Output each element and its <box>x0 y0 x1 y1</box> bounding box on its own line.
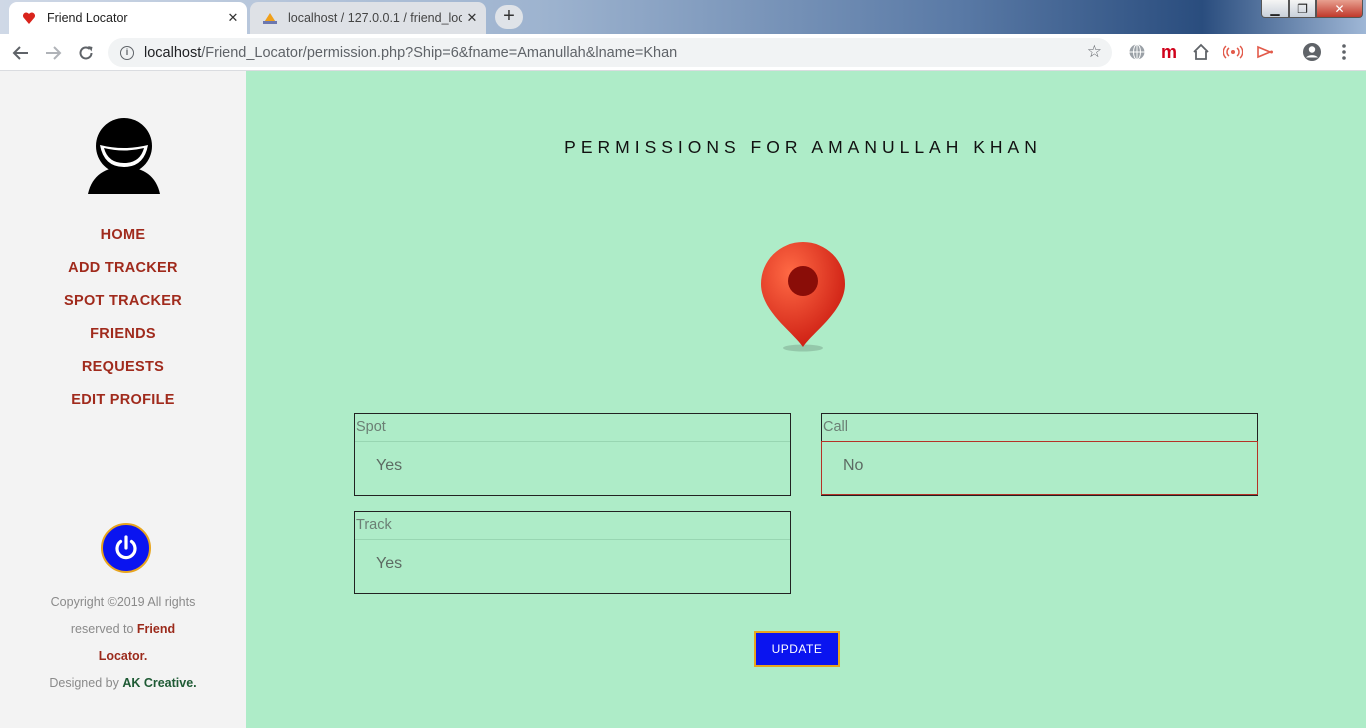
map-pin-icon <box>758 239 848 359</box>
tab-close-icon[interactable]: ✕ <box>462 10 482 26</box>
sidebar-footer: Copyright ©2019 All rights reserved to F… <box>0 589 246 697</box>
maximize-icon[interactable]: ❐ <box>1289 0 1316 18</box>
new-tab-button[interactable]: + <box>495 5 523 29</box>
site-info-icon[interactable]: i <box>120 45 134 60</box>
call-select[interactable]: No <box>821 441 1258 495</box>
sidebar: HOME ADD TRACKER SPOT TRACKER FRIENDS RE… <box>0 71 246 728</box>
phpmyadmin-favicon-icon <box>262 10 278 26</box>
browser-toolbar: i localhost/Friend_Locator/permission.ph… <box>0 34 1366 71</box>
url-host: localhost <box>144 44 202 61</box>
copyright-line-1: Copyright ©2019 All rights <box>50 595 196 609</box>
back-arrow-icon[interactable] <box>10 42 32 64</box>
heart-favicon-icon <box>21 10 37 26</box>
home-icon[interactable] <box>1191 42 1211 62</box>
reload-icon[interactable] <box>75 42 97 64</box>
menu-item-spot-tracker[interactable]: SPOT TRACKER <box>0 292 246 325</box>
cast-extension-icon[interactable] <box>1255 42 1275 62</box>
designed-prefix: Designed by <box>49 676 123 690</box>
bookmark-star-icon[interactable]: ☆ <box>1087 42 1102 62</box>
profile-icon[interactable] <box>1302 42 1322 62</box>
track-label: Track <box>355 512 790 540</box>
spot-label: Spot <box>355 414 790 442</box>
more-menu-icon[interactable] <box>1334 42 1354 62</box>
browser-tab-strip: Friend Locator ✕ localhost / 127.0.0.1 /… <box>0 0 1366 34</box>
broadcast-extension-icon[interactable] <box>1223 42 1243 62</box>
tab-title: localhost / 127.0.0.1 / friend_locat <box>288 11 462 25</box>
forward-arrow-icon[interactable] <box>42 42 64 64</box>
tab-phpmyadmin[interactable]: localhost / 127.0.0.1 / friend_locat ✕ <box>250 2 486 34</box>
tab-title: Friend Locator <box>47 11 128 25</box>
sidebar-menu: HOME ADD TRACKER SPOT TRACKER FRIENDS RE… <box>0 226 246 424</box>
main-content: PERMISSIONS FOR AMANULLAH KHAN Spot Yes … <box>246 71 1366 728</box>
designed-by-line: Designed by AK Creative. <box>0 670 246 697</box>
m-extension-icon[interactable]: m <box>1159 42 1179 62</box>
copyright-line-3: Locator. <box>0 643 246 670</box>
tab-close-icon[interactable]: ✕ <box>223 10 243 26</box>
brand-name-part1: Friend <box>136 622 176 636</box>
tab-friend-locator[interactable]: Friend Locator ✕ <box>9 2 247 34</box>
menu-item-friends[interactable]: FRIENDS <box>0 325 246 358</box>
brand-name-part2: Locator. <box>98 649 148 663</box>
menu-item-add-tracker[interactable]: ADD TRACKER <box>0 259 246 292</box>
track-select[interactable]: Yes <box>355 540 790 593</box>
spot-permission-field: Spot Yes <box>354 413 791 496</box>
globe-extension-icon[interactable] <box>1127 42 1147 62</box>
address-bar[interactable]: i localhost/Friend_Locator/permission.ph… <box>108 38 1112 67</box>
call-label: Call <box>822 414 1257 442</box>
window-controls: ▁ ❐ ✕ <box>1261 0 1363 18</box>
logout-power-button[interactable] <box>101 523 151 573</box>
user-avatar-icon <box>86 115 162 200</box>
call-permission-field: Call No <box>821 413 1258 496</box>
track-permission-field: Track Yes <box>354 511 791 594</box>
url-path: /Friend_Locator/permission.php?Ship=6&fn… <box>201 44 678 61</box>
menu-item-edit-profile[interactable]: EDIT PROFILE <box>0 391 246 424</box>
update-button[interactable]: UPDATE <box>754 631 840 667</box>
copyright-line-2: reserved to Friend <box>0 616 246 643</box>
designer-name: AK Creative. <box>122 676 197 690</box>
menu-item-home[interactable]: HOME <box>0 226 246 259</box>
minimize-icon[interactable]: ▁ <box>1261 0 1289 18</box>
copyright-prefix: reserved to <box>70 622 137 636</box>
power-icon <box>115 535 137 560</box>
menu-item-requests[interactable]: REQUESTS <box>0 358 246 391</box>
spot-select[interactable]: Yes <box>355 442 790 495</box>
window-close-icon[interactable]: ✕ <box>1316 0 1363 18</box>
page-title: PERMISSIONS FOR AMANULLAH KHAN <box>564 137 1042 157</box>
